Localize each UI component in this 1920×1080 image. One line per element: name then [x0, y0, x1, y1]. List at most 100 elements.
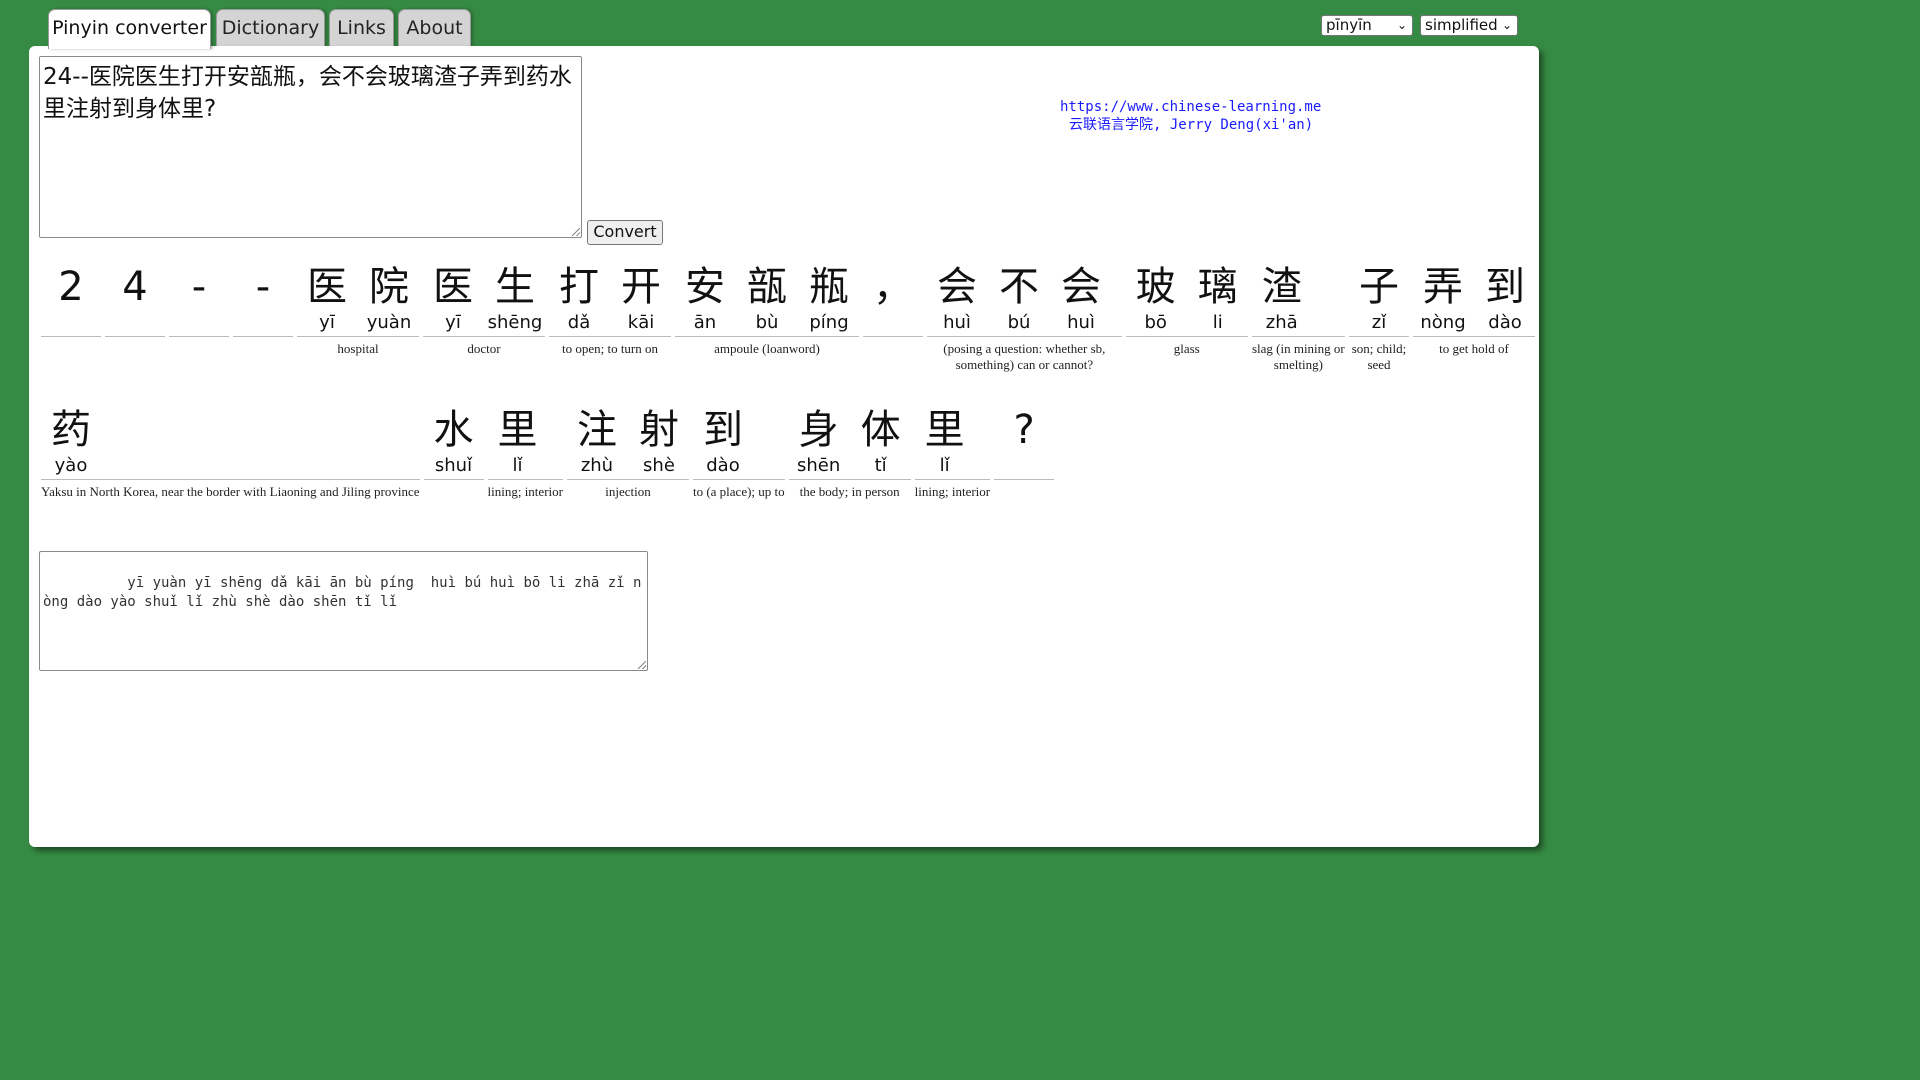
definition: to (a place); up to: [692, 484, 785, 499]
divider: [566, 479, 689, 480]
divider: [675, 336, 859, 337]
hanzi: 璃: [1197, 264, 1238, 310]
site-link[interactable]: https://www.chinese-learning.me: [1060, 98, 1321, 116]
hanzi: -: [191, 264, 207, 310]
hanzi: 生: [495, 264, 535, 310]
divider: [41, 336, 101, 337]
word-group: 里 lǐ lining; interior: [914, 405, 991, 500]
hanzi: 弄: [1423, 264, 1463, 310]
hanzi: 安: [685, 264, 725, 310]
character-cell: 医 yī: [297, 262, 357, 334]
word-characters: 药 yào: [41, 405, 420, 477]
hanzi: 里: [924, 407, 965, 453]
pinyin-output[interactable]: yī yuàn yī shēng dǎ kāi ān bù píng huì b…: [39, 551, 648, 671]
resize-handle-icon[interactable]: [572, 228, 580, 236]
pinyin: bú: [1007, 312, 1031, 333]
tab-dictionary[interactable]: Dictionary: [216, 9, 325, 47]
script-select[interactable]: simplified ⌄: [1420, 15, 1518, 36]
character-cell: 渣 zhā: [1252, 262, 1312, 334]
character-cell: 射 shè: [629, 405, 689, 477]
word-group: ，: [863, 262, 923, 341]
character-cell: 瓿 bù: [737, 262, 797, 334]
definition: doctor: [467, 341, 501, 356]
pinyin: dào: [1488, 312, 1522, 333]
divider: [1125, 336, 1248, 337]
character-cell: 子 zǐ: [1349, 262, 1409, 334]
pinyin: tǐ: [874, 455, 887, 476]
pinyin: dào: [706, 455, 740, 476]
pinyin: dǎ: [567, 312, 591, 333]
definition: lining; interior: [914, 484, 991, 499]
word-group: 打 dǎ 开 kāi to open; to turn on: [549, 262, 671, 357]
divider: [549, 336, 671, 337]
tab-pinyin-converter[interactable]: Pinyin converter: [48, 9, 211, 49]
word-characters: 医 yī 生 shēng: [423, 262, 545, 334]
hanzi: 开: [621, 264, 661, 310]
character-cell: 开 kāi: [611, 262, 671, 334]
hanzi: 射: [638, 407, 679, 453]
pinyin: kāi: [627, 312, 655, 333]
definition: injection: [605, 484, 651, 499]
word-group: 水 shuǐ: [423, 405, 484, 484]
pinyin: zhā: [1265, 312, 1298, 333]
tab-links[interactable]: Links: [329, 9, 394, 47]
tab-about[interactable]: About: [398, 9, 471, 47]
divider: [233, 336, 293, 337]
word-characters: 打 dǎ 开 kāi: [549, 262, 671, 334]
character-cell: 会 huì: [1051, 262, 1111, 334]
word-characters: 到 dào: [693, 405, 785, 477]
convert-button[interactable]: Convert: [587, 220, 663, 245]
divider: [863, 336, 923, 337]
character-cell: 注 zhù: [567, 405, 627, 477]
hanzi: 渣: [1261, 264, 1302, 310]
definition: (posing a question: whether sb, somethin…: [943, 341, 1106, 372]
tone-mark-select[interactable]: pīnyīn ⌄: [1321, 15, 1413, 36]
character-cell: 到 dào: [1475, 262, 1535, 334]
definition: to get hold of: [1439, 341, 1509, 356]
hanzi: 会: [937, 264, 977, 310]
divider: [1251, 336, 1345, 337]
divider: [692, 479, 785, 480]
word-group: -: [233, 262, 293, 341]
word-group: 医 yī 院 yuàn hospital: [297, 262, 419, 357]
word-group: 注 zhù 射 shè injection: [566, 405, 689, 500]
hanzi: 打: [559, 264, 599, 310]
character-cell: 会 huì: [927, 262, 987, 334]
word-characters: 渣 zhā: [1252, 262, 1345, 334]
word-characters: -: [169, 262, 229, 334]
hanzi: 到: [702, 407, 743, 453]
character-cell: 玻 bō: [1126, 262, 1186, 334]
chinese-input[interactable]: 24--医院医生打开安瓿瓶，会不会玻璃渣子弄到药水里注射到身体里?: [39, 56, 582, 238]
hanzi: 玻: [1135, 264, 1176, 310]
character-cell: 生 shēng: [485, 262, 545, 334]
character-cell: 体 tǐ: [851, 405, 911, 477]
word-group: 弄 nòng 到 dào to get hold of: [1413, 262, 1535, 357]
word-group: 渣 zhā slag (in mining or smelting): [1251, 262, 1345, 373]
word-group: ?: [994, 405, 1055, 484]
word-group: -: [169, 262, 229, 341]
pinyin: yī: [319, 312, 335, 333]
pinyin: [105, 312, 165, 334]
hanzi: 药: [51, 407, 91, 453]
word-characters: 子 zǐ: [1349, 262, 1409, 334]
pinyin: yào: [54, 455, 88, 476]
hanzi: 到: [1485, 264, 1525, 310]
character-cell: ，: [863, 262, 923, 334]
pinyin: huì: [1067, 312, 1095, 333]
definition: glass: [1173, 341, 1200, 356]
author-credit: 云联语言学院, Jerry Deng(xi'an): [1069, 117, 1314, 133]
word-group: 药 yào Yaksu in North Korea, near the borde…: [41, 405, 420, 500]
character-cell: 身 shēn: [789, 405, 849, 477]
pinyin: yuàn: [366, 312, 412, 333]
hanzi: ?: [1013, 407, 1035, 453]
resize-handle-icon[interactable]: [638, 661, 646, 669]
word-characters: -: [233, 262, 293, 334]
pinyin: shè: [643, 455, 675, 476]
pinyin: huì: [943, 312, 971, 333]
word-characters: 会 huì 不 bú 会 huì: [927, 262, 1122, 334]
word-characters: 注 zhù 射 shè: [567, 405, 689, 477]
word-characters: 医 yī 院 yuàn: [297, 262, 419, 334]
hanzi: -: [255, 264, 271, 310]
word-characters: 玻 bō 璃 li: [1126, 262, 1248, 334]
site-credit: https://www.chinese-learning.me 云联语言学院, …: [1060, 98, 1321, 134]
